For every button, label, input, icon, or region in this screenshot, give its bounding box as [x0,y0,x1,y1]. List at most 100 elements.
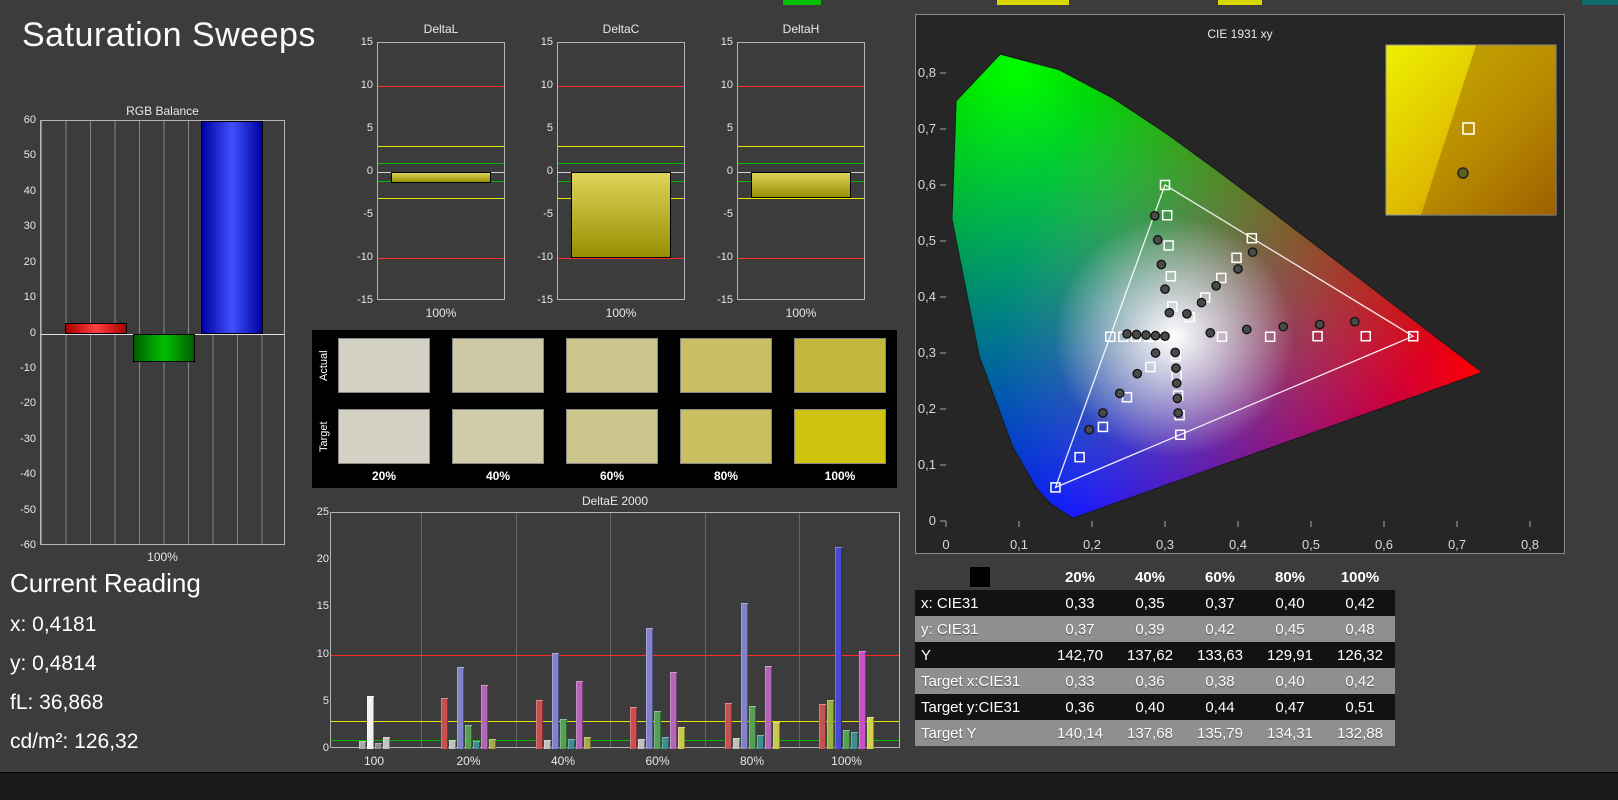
table-cell: 126,32 [1325,642,1395,668]
ref-line [558,163,684,165]
cie-measured-yellow [1182,308,1192,319]
table-cell: 0,44 [1185,694,1255,720]
y-tick-label: 0,5 [918,233,936,248]
y-tick-label: -30 [20,432,36,445]
delta-bar [571,172,671,258]
y-tick-label: 0 [726,165,733,177]
deltae-bar [543,739,551,749]
y-tick-label: -5 [723,208,733,220]
x-tick-label: 0,6 [1375,537,1393,552]
x-axis-label: 100% [147,550,178,564]
deltae-bar [535,699,543,749]
table-cell: 0,37 [1045,616,1115,642]
rgb-balance-chart[interactable]: RGB Balance 60 50 40 30 20 10 0 -10 -20 -30 -40 -50… [8,100,308,570]
y-tick-label: -60 [20,539,36,551]
table-col-header: 60% [1204,568,1236,586]
y-tick-label: -15 [537,294,553,306]
deltae-bar [670,671,677,749]
deltae-bar [575,681,583,749]
table-cell: 133,63 [1185,642,1255,668]
deltae-bar [457,666,464,749]
table-cell: 142,70 [1045,642,1115,668]
ref-line [331,654,899,656]
deltaH-plot: 15 10 5 0 -5 -10 -15 [717,36,865,306]
y-tick-label: -10 [357,251,373,263]
y-tick-label: 10 [540,79,553,91]
deltaE2000-chart[interactable]: DeltaE 2000 25 20 15 10 5 0 100 20% 40% 60% 80% 100… [300,494,920,784]
cie-1931-chart[interactable]: 0 0,1 0,2 0,3 0,4 0,5 0,6 0,7 0,8 0 0,1 0,2 0,3 0,4 0,… [915,14,1565,554]
y-tick-label: -10 [717,251,733,263]
ref-line [378,86,504,87]
top-tab-0[interactable] [783,0,821,5]
top-tab-3[interactable] [1582,0,1618,5]
cie-measured-green [1149,210,1160,221]
y-tick-label: 0 [29,326,36,339]
deltae-bar [851,732,858,749]
deltae-bar [654,711,661,749]
chart-title: DeltaL [423,22,459,36]
chart-title: DeltaE 2000 [581,494,649,508]
chart-title: DeltaC [602,22,640,36]
target-swatch-row [312,409,897,464]
swatch-target-20% [338,409,430,464]
cie-measured-magenta [1171,378,1182,389]
swatch-actual-60% [566,338,658,393]
y-tick-label: 0,2 [918,401,936,416]
x-tick-label: 60% [645,754,670,768]
cie-measured-red [1241,324,1252,335]
table-cell: 0,40 [1255,590,1325,616]
y-tick-label: 0,4 [918,289,936,304]
deltaH-chart[interactable]: DeltaH 15 10 5 0 -5 -10 -15 100% [705,22,875,332]
swatch-target-80% [680,409,772,464]
table-cell: 0,40 [1255,668,1325,694]
table-cell: 134,31 [1255,720,1325,746]
cie-measured-yellow [1247,247,1258,258]
swatch-col-label: 100% [824,469,856,483]
cie-measured-cyan [1122,329,1132,339]
table-cell: 0,35 [1115,590,1185,616]
table-row-label: Target y:CIE31 [915,694,1045,720]
grid-line [704,513,706,747]
deltaC-chart[interactable]: DeltaC 15 10 5 0 -5 -10 -15 100% [525,22,695,332]
table-cell: 137,68 [1115,720,1185,746]
top-tab-1[interactable] [997,0,1069,5]
table-cell: 0,36 [1045,694,1115,720]
current-reading: Current Reading x: 0,4181 y: 0,4814 fL: … [10,568,201,769]
ref-line [558,146,684,148]
table-cell: 0,33 [1045,668,1115,694]
x-axis-label: 100% [785,306,817,320]
chart-title: RGB Balance [126,104,199,118]
ref-line [738,163,864,165]
measurement-table[interactable]: 20% 40% 60% 80% 100% x: CIE31 0,33 0,35 0,37 0,40… [915,564,1395,746]
deltae-bar [859,650,866,749]
color-swatch-comparison[interactable]: Actual Target 20% 40% 60% 80% 100% [312,330,897,488]
table-cell: 0,40 [1115,694,1185,720]
table-col-header: 40% [1134,568,1166,586]
x-tick-label: 0 [942,537,949,552]
bottom-bar [0,772,1618,800]
y-tick-label: 25 [316,506,329,518]
y-tick-label: 30 [23,220,36,233]
delta-bar [391,172,491,184]
x-tick-label: 0,1 [1010,537,1028,552]
ref-line [738,197,864,199]
delta-bar [751,172,851,198]
cie-measured-green [1160,284,1170,295]
table-cell: 0,42 [1325,590,1395,616]
deltae-bar [662,736,669,749]
deltae-bar [489,738,496,749]
y-tick-label: 10 [360,79,373,91]
rgb-balance-plot: 60 50 40 30 20 10 0 -10 -20 -30 -40 -50 -60 [20,114,285,551]
top-tab-2[interactable] [1218,0,1262,5]
table-cell: 0,47 [1255,694,1325,720]
deltaL-chart[interactable]: DeltaL 15 10 5 0 -5 -10 -15 100% [345,22,515,332]
deltae-bar [583,736,591,749]
y-tick-label: -5 [543,208,553,220]
y-tick-label: 50 [23,149,36,162]
deltae-bar [551,652,559,749]
page-title: Saturation Sweeps [22,16,316,54]
cie-measured-green [1156,259,1167,270]
swatch-target-40% [452,409,544,464]
y-tick-label: 0,3 [918,345,936,360]
deltaE-plot: 25 20 15 10 5 0 100 20% 40% 60% 80% 100% [317,506,900,768]
